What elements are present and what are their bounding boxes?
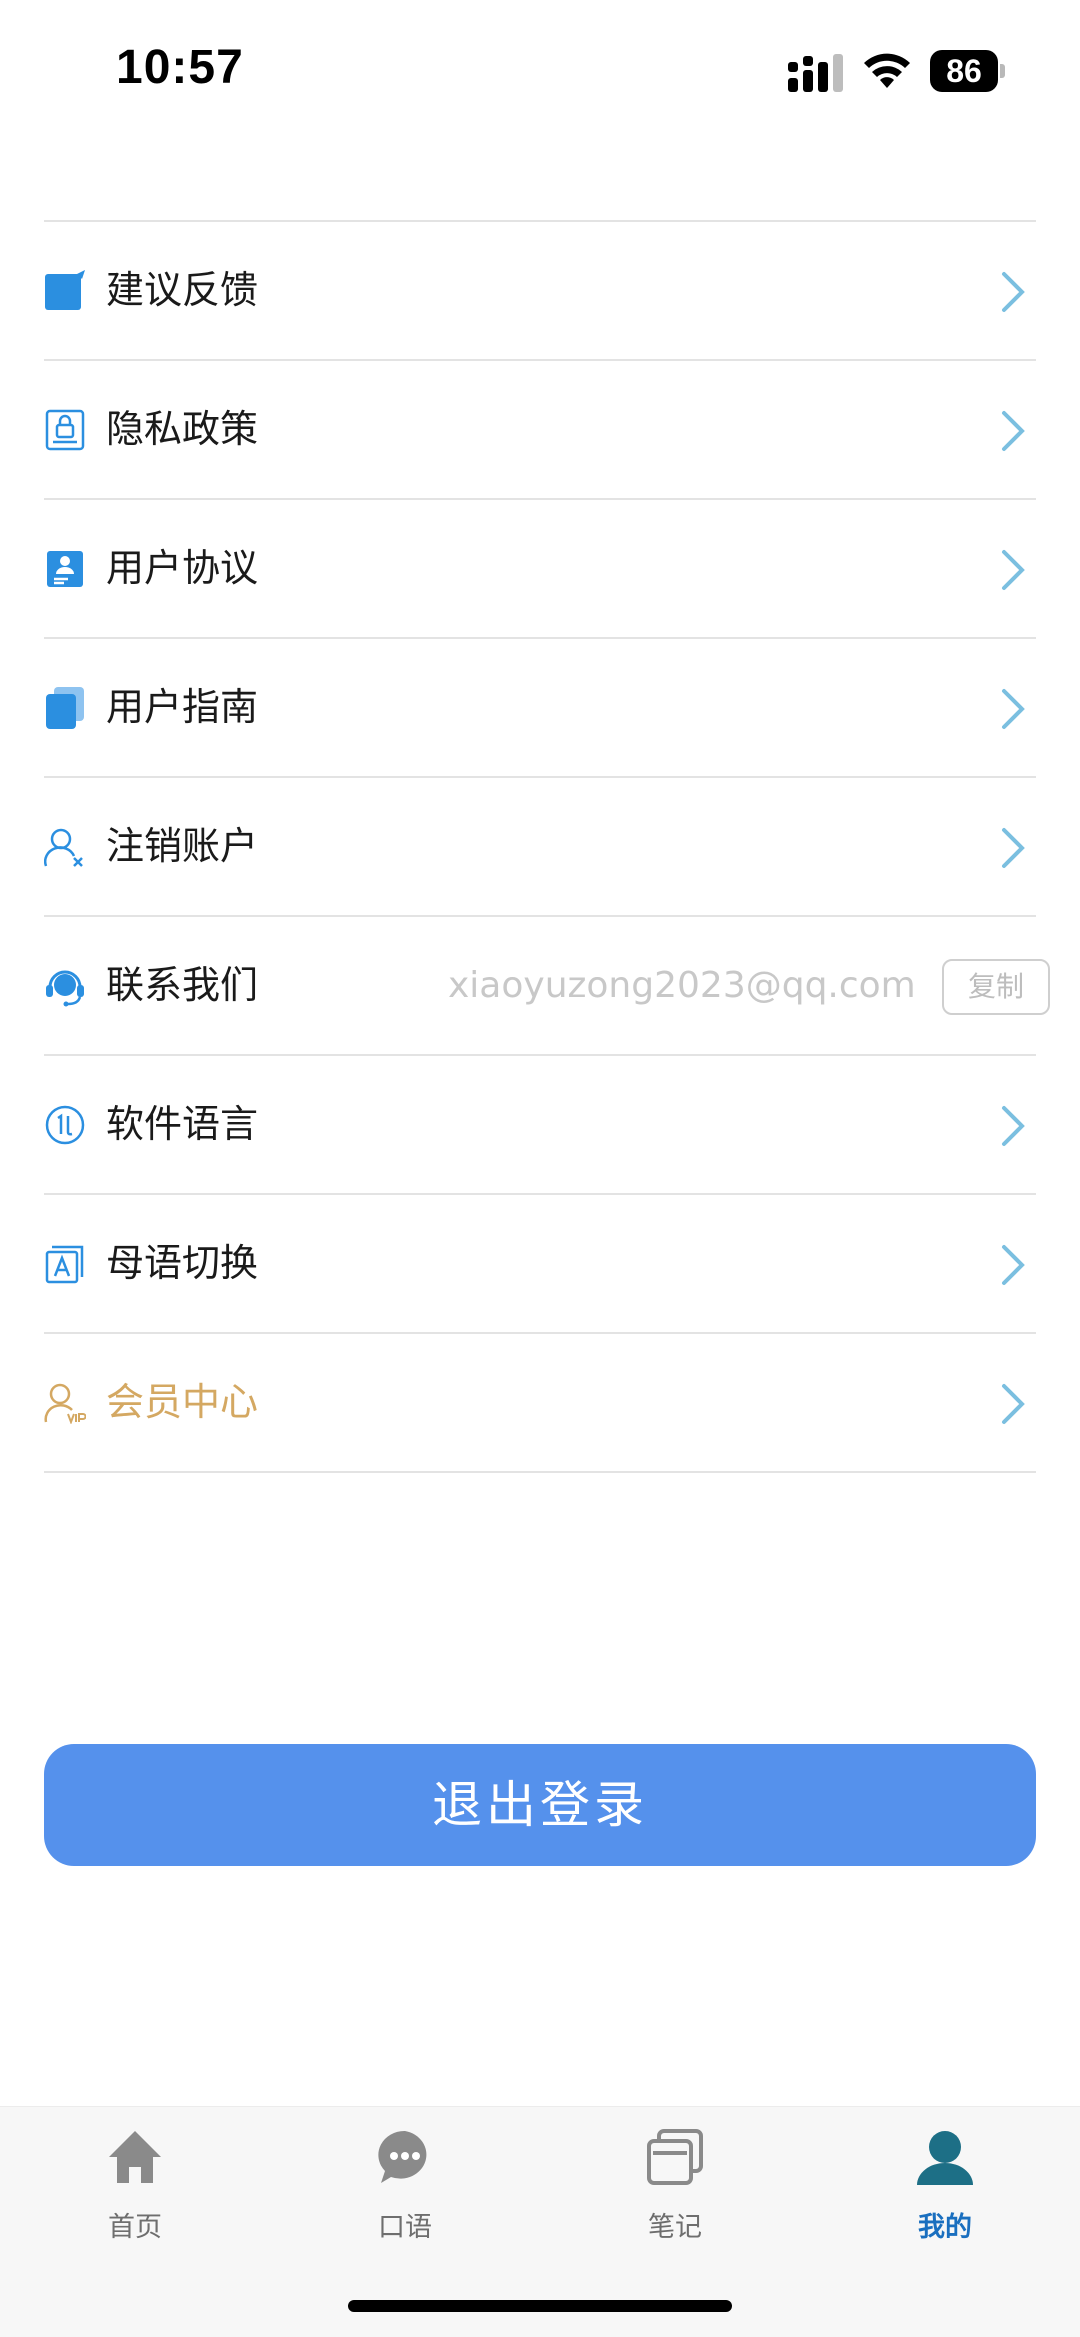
logout-button[interactable]: 退出登录 [44, 1744, 1036, 1866]
battery-indicator: 86 [930, 50, 1006, 92]
menu-item-label: 注销账户 [106, 824, 259, 868]
tab-label: 笔记 [648, 2212, 702, 2243]
chat-bubble-icon [378, 2130, 427, 2183]
signal-icon [788, 54, 843, 92]
menu-item-label: 用户指南 [106, 685, 259, 729]
chevron-right-icon [1002, 550, 1025, 590]
menu-item-label: 用户协议 [106, 546, 259, 590]
headset-icon [46, 970, 84, 1007]
lock-document-icon [45, 409, 85, 451]
battery-level: 86 [930, 50, 998, 92]
language-icon [45, 1105, 85, 1145]
settings-menu: 建议反馈 隐私政策 用户协议 用户指南 注销账户 联系我们 xiaoyuzong… [44, 220, 1050, 1473]
menu-item-label: 母语切换 [106, 1241, 259, 1285]
chevron-right-icon [1002, 411, 1025, 451]
chevron-right-icon [1002, 828, 1025, 868]
status-bar: 10:57 86 [0, 0, 1080, 140]
menu-item-contact: 联系我们 xiaoyuzong2023@qq.com 复制 [44, 917, 1050, 1056]
feedback-icon [45, 270, 85, 310]
menu-item-label: 建议反馈 [106, 268, 259, 312]
menu-item-label: 联系我们 [106, 963, 259, 1007]
menu-item-privacy[interactable]: 隐私政策 [44, 361, 1036, 500]
menu-item-feedback[interactable]: 建议反馈 [44, 222, 1036, 361]
menu-item-label: 软件语言 [106, 1102, 259, 1146]
user-remove-icon [44, 828, 83, 867]
chevron-right-icon [1002, 1245, 1025, 1285]
chevron-right-icon [1002, 1384, 1025, 1424]
menu-item-cancel-account[interactable]: 注销账户 [44, 778, 1036, 917]
vip-user-icon [44, 1383, 86, 1424]
menu-item-language[interactable]: 软件语言 [44, 1056, 1036, 1195]
home-icon [109, 2131, 161, 2183]
menu-item-native-language[interactable]: 母语切换 [44, 1195, 1036, 1334]
tab-home[interactable]: 首页 [0, 2107, 270, 2257]
tab-speaking[interactable]: 口语 [270, 2107, 540, 2257]
profile-screen: 10:57 86 建议反馈 隐私政策 用户协议 用户指南 注销账户 联系我们 x… [0, 0, 1080, 2337]
translate-icon [45, 1245, 84, 1284]
menu-item-label: 会员中心 [106, 1380, 259, 1424]
chevron-right-icon [1002, 1106, 1025, 1146]
notes-icon [647, 2129, 703, 2185]
menu-item-guide[interactable]: 用户指南 [44, 639, 1036, 778]
profile-icon [917, 2131, 973, 2185]
guide-book-icon [46, 687, 84, 729]
tab-profile[interactable]: 我的 [810, 2107, 1080, 2257]
home-indicator [348, 2300, 732, 2312]
status-time: 10:57 [116, 41, 244, 94]
tab-label: 口语 [378, 2212, 432, 2243]
menu-item-label: 隐私政策 [106, 407, 259, 451]
tab-notes[interactable]: 笔记 [540, 2107, 810, 2257]
chevron-right-icon [1002, 689, 1025, 729]
wifi-icon [864, 53, 910, 88]
user-agreement-icon [47, 551, 83, 587]
copy-button[interactable]: 复制 [942, 959, 1050, 1015]
chevron-right-icon [1002, 272, 1025, 312]
menu-item-agreement[interactable]: 用户协议 [44, 500, 1036, 639]
tab-label: 我的 [918, 2212, 972, 2243]
battery-tip [1000, 64, 1005, 78]
menu-item-vip[interactable]: 会员中心 [44, 1334, 1036, 1473]
contact-email: xiaoyuzong2023@qq.com [448, 965, 916, 1006]
tab-label: 首页 [108, 2212, 162, 2243]
